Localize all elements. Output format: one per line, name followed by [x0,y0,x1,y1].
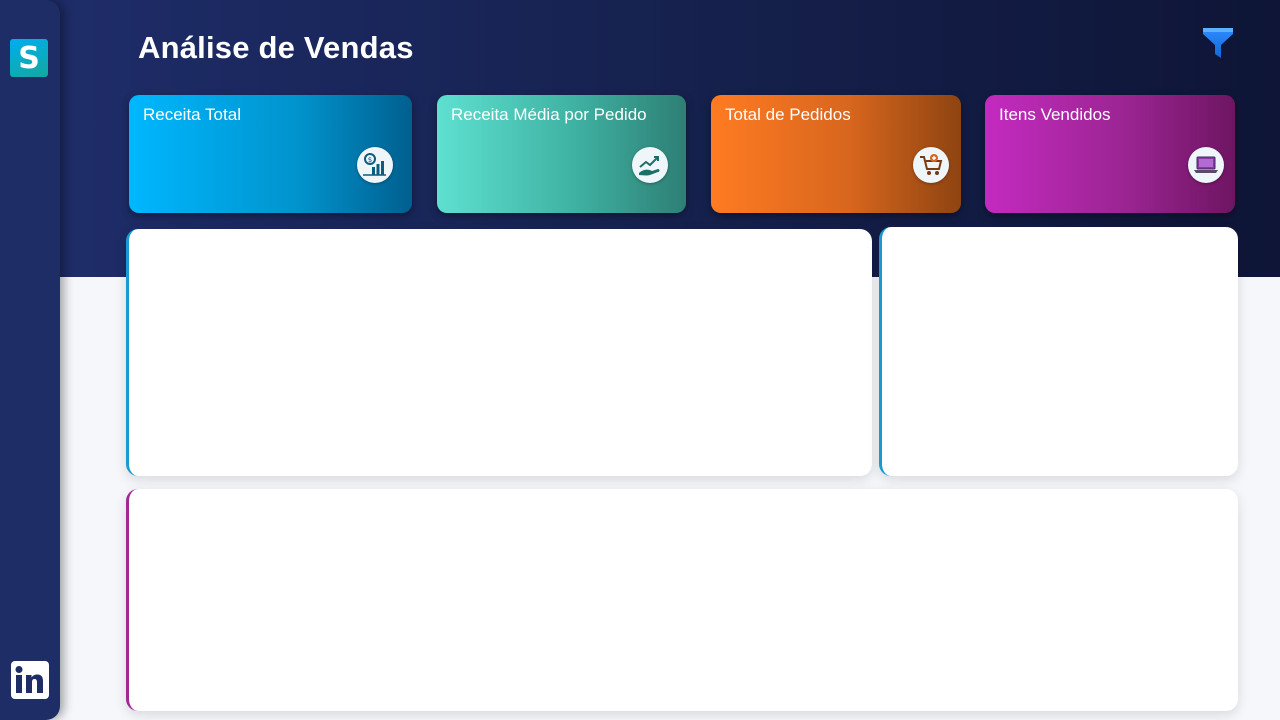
logo-letter: S [18,40,40,76]
page-title: Análise de Vendas [138,30,414,66]
shopping-cart-icon [913,147,949,183]
linkedin-icon[interactable] [11,661,49,699]
chart-panel-main [126,229,872,476]
app-logo[interactable]: S [10,39,48,77]
kpi-label: Total de Pedidos [725,105,851,124]
filter-button[interactable] [1201,26,1235,60]
kpi-card-receita-media[interactable]: Receita Média por Pedido [437,95,686,213]
kpi-label: Receita Média por Pedido [451,105,647,124]
filter-icon [1203,28,1233,58]
page-title-light: Análise de [138,30,296,65]
kpi-card-receita-total[interactable]: Receita Total $ [129,95,412,213]
kpi-card-total-pedidos[interactable]: Total de Pedidos [711,95,961,213]
kpi-label: Receita Total [143,105,241,124]
sidebar: S [0,0,60,720]
kpi-label: Itens Vendidos [999,105,1111,124]
page-title-bold: Vendas [303,30,414,65]
svg-text:$: $ [368,156,372,164]
kpi-card-itens-vendidos[interactable]: Itens Vendidos [985,95,1235,213]
hand-growth-icon [632,147,668,183]
chart-panel-bottom [126,489,1238,711]
chart-panel-side [879,227,1238,476]
laptop-icon [1188,147,1224,183]
revenue-chart-icon: $ [357,147,393,183]
